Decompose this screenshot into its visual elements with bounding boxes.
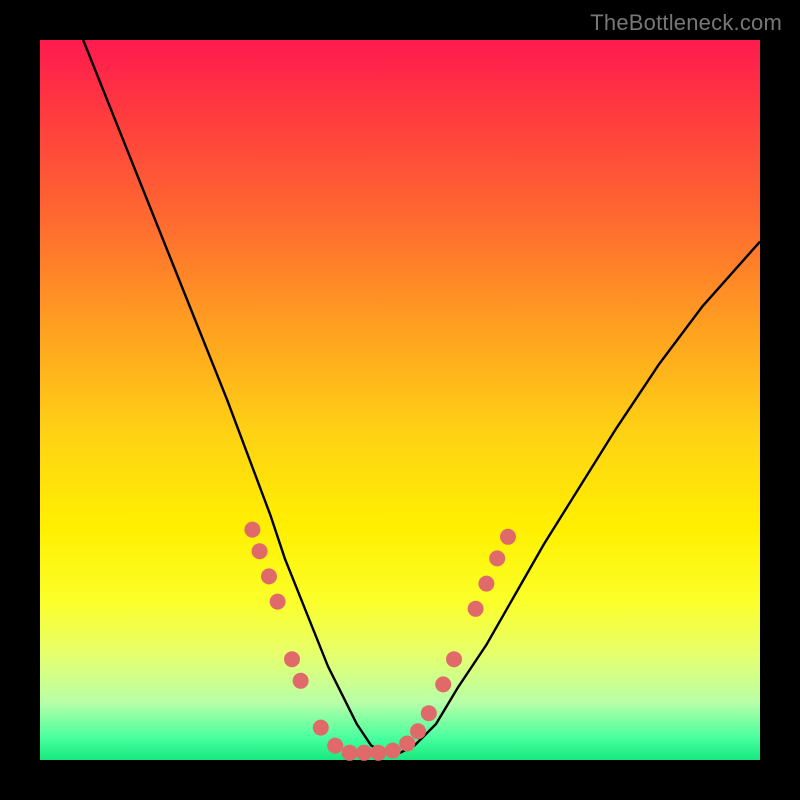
data-marker — [468, 601, 484, 617]
data-marker — [410, 723, 426, 739]
data-marker — [313, 720, 329, 736]
bottleneck-curve — [83, 40, 760, 753]
data-marker — [356, 745, 372, 761]
data-marker — [370, 745, 386, 761]
data-marker — [500, 529, 516, 545]
plot-area — [40, 40, 760, 760]
data-marker — [244, 522, 260, 538]
data-marker — [385, 743, 401, 759]
watermark-text: TheBottleneck.com — [590, 10, 782, 36]
data-marker — [284, 651, 300, 667]
data-marker — [478, 576, 494, 592]
data-marker — [327, 738, 343, 754]
data-marker — [270, 594, 286, 610]
data-marker — [261, 568, 277, 584]
data-marker — [293, 673, 309, 689]
curve-layer — [40, 40, 760, 760]
data-marker — [399, 735, 415, 751]
data-marker — [342, 745, 358, 761]
chart-frame: TheBottleneck.com — [0, 0, 800, 800]
data-marker — [446, 651, 462, 667]
data-marker — [489, 550, 505, 566]
data-marker — [252, 543, 268, 559]
data-marker — [435, 676, 451, 692]
data-marker — [421, 705, 437, 721]
